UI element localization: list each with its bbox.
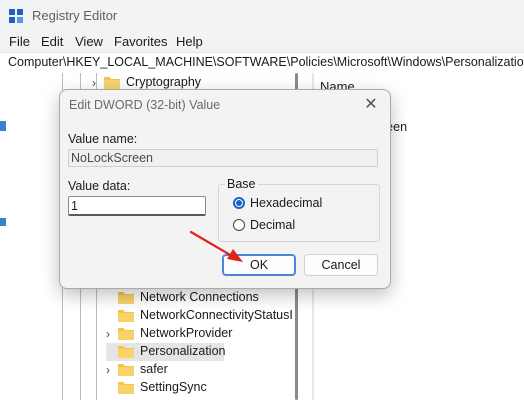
value-name-field[interactable] [68, 149, 378, 167]
menu-file[interactable]: File [9, 34, 30, 49]
tree-item-label: NetworkConnectivityStatusI [140, 308, 293, 322]
folder-icon [118, 382, 134, 394]
hexadecimal-label[interactable]: Hexadecimal [250, 196, 322, 210]
tree-item-label: SettingSync [140, 380, 207, 394]
tree-item-label: safer [140, 362, 168, 376]
address-bar[interactable]: Computer\HKEY_LOCAL_MACHINE\SOFTWARE\Pol… [0, 52, 524, 74]
title-bar: Registry Editor [0, 0, 524, 32]
dialog-title: Edit DWORD (32-bit) Value [69, 98, 221, 112]
tree-item-label: Cryptography [126, 75, 202, 89]
window-title: Registry Editor [32, 8, 118, 23]
chevron-right-icon[interactable]: › [106, 327, 110, 341]
base-group: Base Hexadecimal Decimal [218, 177, 380, 242]
tree-item-personalization[interactable]: Personalization [106, 343, 226, 361]
decimal-label[interactable]: Decimal [250, 218, 295, 232]
folder-icon [118, 346, 134, 358]
registry-editor-app-icon [9, 9, 23, 23]
tree-item-network-connections[interactable]: Network Connections [106, 289, 292, 307]
folder-icon [118, 364, 134, 376]
cancel-button[interactable]: Cancel [304, 254, 378, 276]
value-name-label: Value name: [68, 132, 138, 146]
menu-help[interactable]: Help [176, 34, 203, 49]
chevron-right-icon[interactable]: › [92, 76, 96, 90]
tree-item-network-connectivity-status[interactable]: NetworkConnectivityStatusI [106, 307, 293, 325]
menu-view[interactable]: View [75, 34, 103, 49]
value-data-label: Value data: [68, 179, 131, 193]
tree-item-network-provider[interactable]: › NetworkProvider [106, 325, 292, 343]
decimal-radio[interactable] [233, 219, 245, 231]
menu-edit[interactable]: Edit [41, 34, 63, 49]
address-path[interactable]: Computer\HKEY_LOCAL_MACHINE\SOFTWARE\Pol… [8, 55, 524, 69]
tree-item-label: Personalization [140, 344, 226, 358]
folder-icon [118, 292, 134, 304]
ok-button[interactable]: OK [222, 254, 296, 276]
menu-favorites[interactable]: Favorites [114, 34, 167, 49]
chevron-right-icon[interactable]: › [106, 363, 110, 377]
tree-item-label: NetworkProvider [140, 326, 233, 340]
menu-bar: File Edit View Favorites Help [0, 32, 524, 52]
background-fragment [0, 121, 6, 131]
value-data-field[interactable] [68, 196, 206, 216]
base-group-label: Base [225, 177, 258, 191]
folder-icon [104, 77, 120, 89]
tree-item-setting-sync[interactable]: SettingSync [106, 379, 292, 397]
hexadecimal-radio[interactable] [233, 197, 245, 209]
edit-dword-dialog: Edit DWORD (32-bit) Value ✕ Value name: … [59, 89, 391, 289]
tree-item-label: Network Connections [140, 290, 259, 304]
folder-icon [118, 310, 134, 322]
close-icon[interactable]: ✕ [360, 94, 382, 116]
folder-icon [118, 328, 134, 340]
tree-item-safer[interactable]: › safer [106, 361, 292, 379]
background-fragment [0, 218, 6, 226]
